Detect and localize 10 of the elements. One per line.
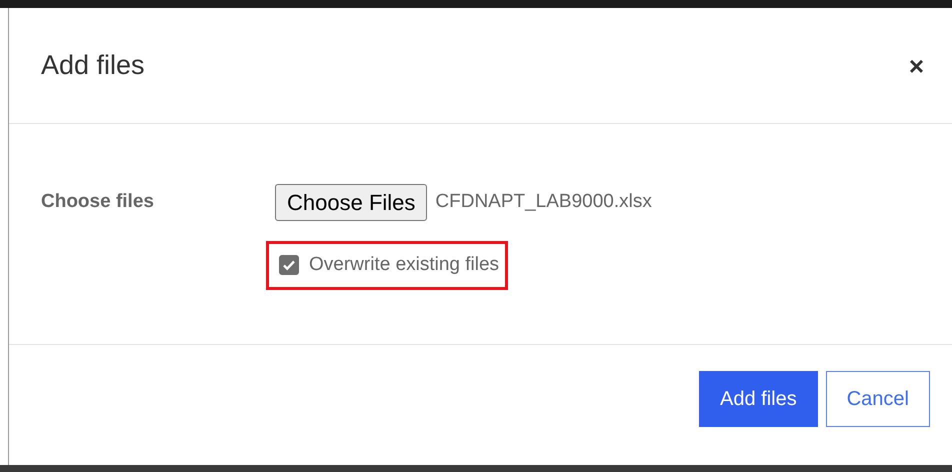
field-label: Choose files — [41, 190, 155, 214]
dialog-title: Add files — [41, 49, 145, 82]
checkmark-icon — [282, 258, 296, 272]
close-button[interactable]: × — [904, 52, 928, 78]
file-name: CFDNAPT_LAB9000.xlsx — [435, 190, 652, 214]
checkbox-label: Overwrite existing files — [309, 253, 500, 277]
choose-files-button[interactable]: Choose Files — [275, 184, 428, 221]
add-files-button[interactable]: Add files — [699, 371, 818, 427]
cancel-button[interactable]: Cancel — [826, 371, 930, 427]
overwrite-checkbox[interactable] — [279, 255, 299, 276]
